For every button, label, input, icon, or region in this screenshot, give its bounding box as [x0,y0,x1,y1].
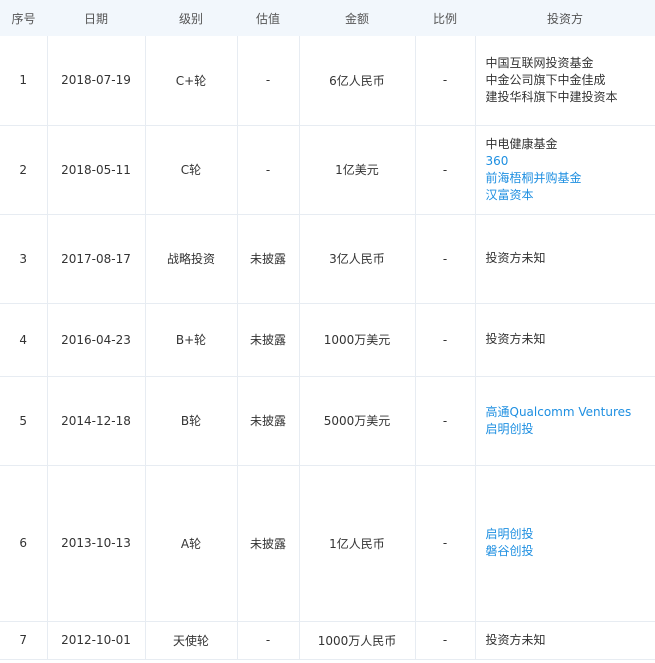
cell-amount: 6亿人民币 [299,36,416,126]
cell-date: 2018-05-11 [47,125,146,215]
header-row: 序号 日期 级别 估值 金额 比例 投资方 [0,0,655,36]
cell-valuation: - [237,125,300,215]
table-row: 7 2012-10-01 天使轮 - 1000万人民币 - 投资方未知 [0,621,655,660]
cell-investors: 中电健康基金 360 前海梧桐并购基金 汉富资本 [475,125,655,215]
cell-round: B轮 [145,376,238,466]
cell-valuation: - [237,621,300,660]
investor-link[interactable]: 汉富资本 [486,187,655,204]
cell-ratio: - [415,214,476,304]
cell-amount: 1000万美元 [299,303,416,377]
table-row: 4 2016-04-23 B+轮 未披露 1000万美元 - 投资方未知 [0,303,655,377]
header-investors: 投资方 [475,0,655,36]
header-ratio: 比例 [415,0,475,36]
cell-date: 2012-10-01 [47,621,146,660]
table-row: 6 2013-10-13 A轮 未披露 1亿人民币 - 启明创投 磐谷创投 [0,465,655,622]
cell-amount: 5000万美元 [299,376,416,466]
cell-round: C轮 [145,125,238,215]
table-body: 1 2018-07-19 C+轮 - 6亿人民币 - 中国互联网投资基金 中金公… [0,36,655,660]
investor-text: 中金公司旗下中金佳成 [485,72,606,87]
cell-investors: 中国互联网投资基金 中金公司旗下中金佳成 建投华科旗下中建投资本 [475,36,655,126]
cell-ratio: - [415,303,476,377]
investor-link[interactable]: 360 [486,153,655,170]
cell-no: 2 [0,125,48,215]
cell-date: 2018-07-19 [47,36,146,126]
cell-ratio: - [415,621,476,660]
table-row: 1 2018-07-19 C+轮 - 6亿人民币 - 中国互联网投资基金 中金公… [0,36,655,126]
cell-amount: 1亿美元 [299,125,416,215]
funding-table: 序号 日期 级别 估值 金额 比例 投资方 1 2018-07-19 C+轮 -… [0,0,655,660]
cell-round: B+轮 [145,303,238,377]
cell-valuation: - [237,36,300,126]
cell-amount: 1亿人民币 [299,465,416,622]
table-row: 3 2017-08-17 战略投资 未披露 3亿人民币 - 投资方未知 [0,214,655,304]
cell-valuation: 未披露 [237,214,300,304]
investor-text: 投资方未知 [485,251,546,265]
cell-date: 2017-08-17 [47,214,146,304]
cell-no: 5 [0,376,48,466]
investor-link[interactable]: 磐谷创投 [486,543,655,560]
header-round: 级别 [145,0,237,36]
cell-ratio: - [415,125,476,215]
investor-link[interactable]: 启明创投 [486,421,655,438]
cell-date: 2016-04-23 [47,303,146,377]
cell-amount: 3亿人民币 [299,214,416,304]
cell-date: 2014-12-18 [47,376,146,466]
investor-text: 投资方未知 [485,632,546,647]
header-no: 序号 [0,0,47,36]
cell-valuation: 未披露 [237,465,300,622]
investor-text: 中国互联网投资基金 [485,55,594,70]
cell-investors: 投资方未知 [475,214,655,304]
cell-no: 3 [0,214,48,304]
cell-round: C+轮 [145,36,238,126]
cell-investors: 启明创投 磐谷创投 [475,465,655,622]
investor-text: 建投华科旗下中建投资本 [485,89,618,104]
cell-date: 2013-10-13 [47,465,146,622]
cell-amount: 1000万人民币 [299,621,416,660]
cell-ratio: - [415,376,476,466]
cell-ratio: - [415,465,476,622]
cell-round: A轮 [145,465,238,622]
cell-round: 战略投资 [145,214,238,304]
investor-link[interactable]: 启明创投 [486,526,655,543]
header-valuation: 估值 [237,0,299,36]
cell-no: 7 [0,621,48,660]
cell-no: 6 [0,465,48,622]
header-date: 日期 [47,0,145,36]
cell-no: 1 [0,36,48,126]
cell-no: 4 [0,303,48,377]
cell-investors: 投资方未知 [475,303,655,377]
table-row: 2 2018-05-11 C轮 - 1亿美元 - 中电健康基金 360 前海梧桐… [0,125,655,215]
investor-text: 中电健康基金 [485,136,558,151]
cell-valuation: 未披露 [237,303,300,377]
investor-text: 投资方未知 [485,332,546,346]
cell-investors: 投资方未知 [475,621,655,660]
table-header: 序号 日期 级别 估值 金额 比例 投资方 [0,0,655,36]
investor-link[interactable]: 高通Qualcomm Ventures [486,404,655,421]
cell-round: 天使轮 [145,621,238,660]
cell-valuation: 未披露 [237,376,300,466]
investor-link[interactable]: 前海梧桐并购基金 [486,170,655,187]
table-row: 5 2014-12-18 B轮 未披露 5000万美元 - 高通Qualcomm… [0,376,655,466]
header-amount: 金额 [299,0,415,36]
cell-investors: 高通Qualcomm Ventures 启明创投 [475,376,655,466]
cell-ratio: - [415,36,476,126]
